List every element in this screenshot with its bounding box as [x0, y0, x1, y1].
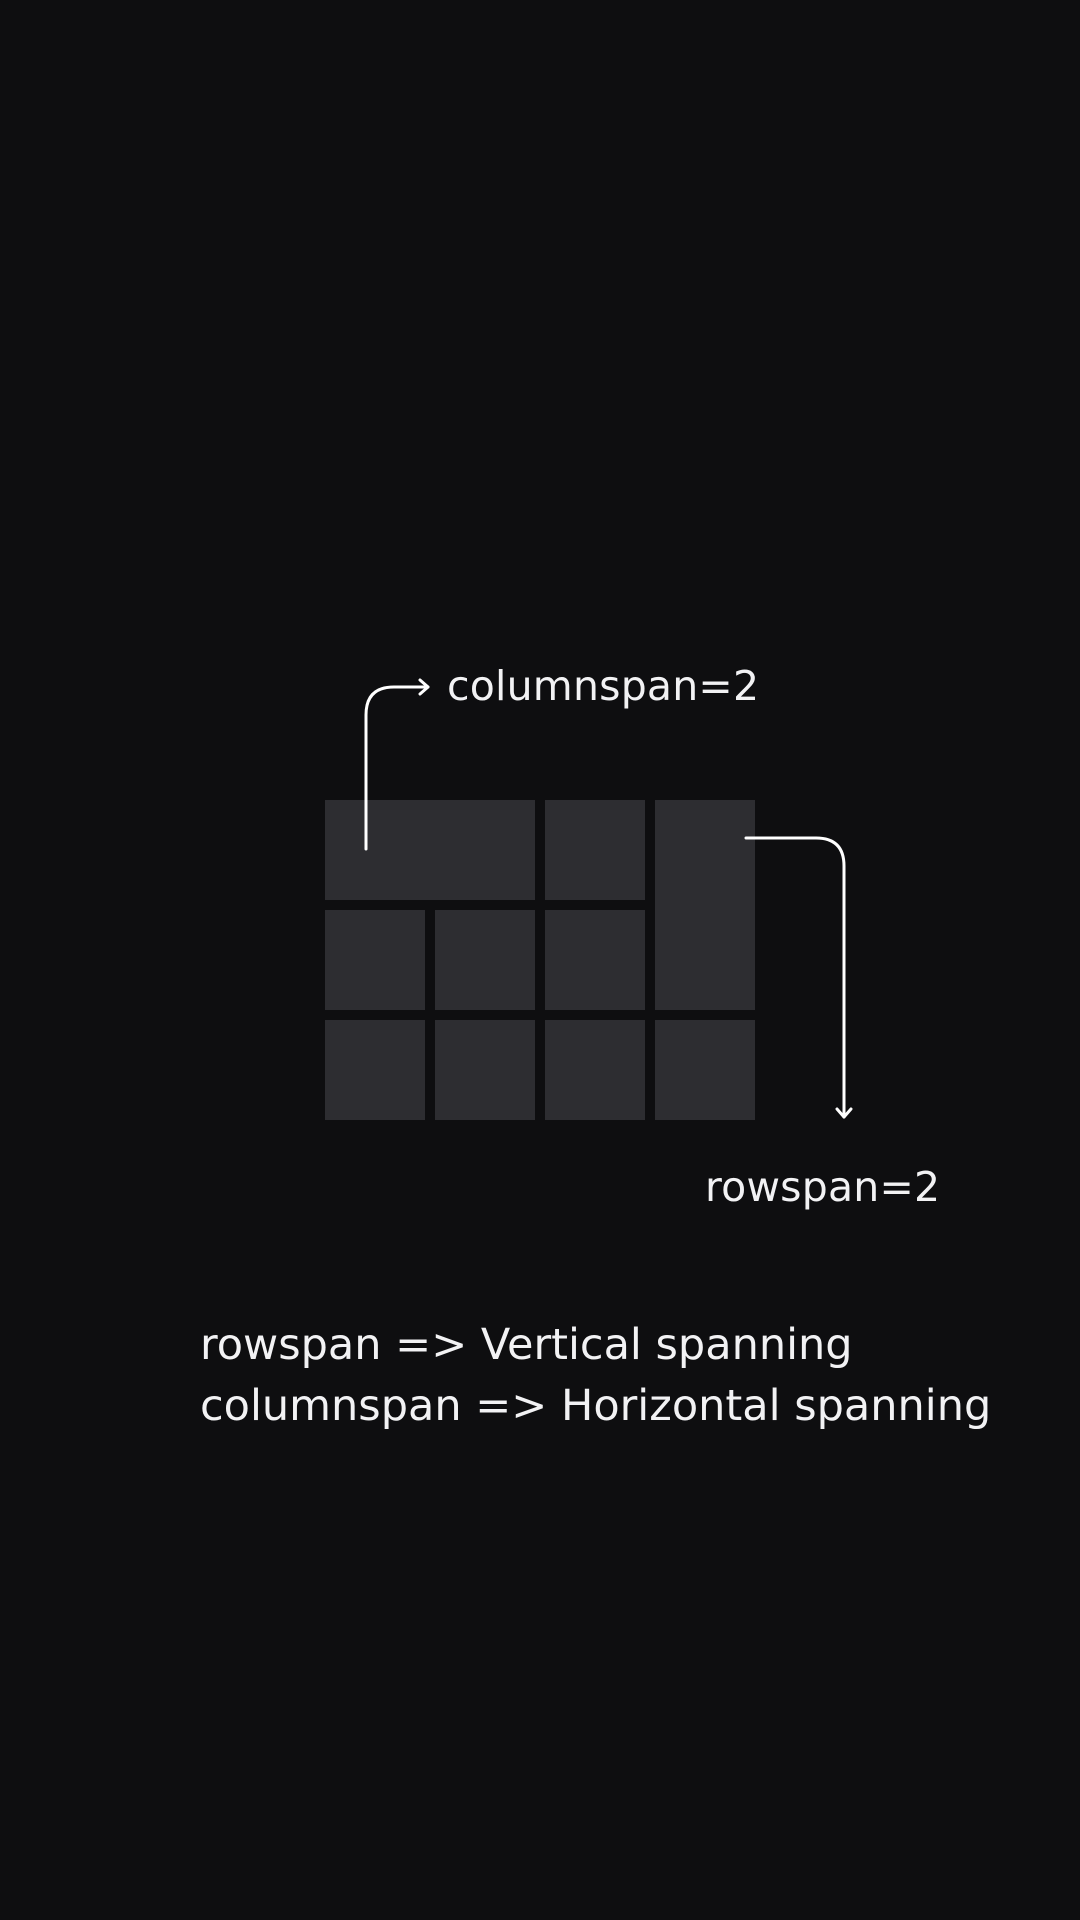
colspan-annotation: columnspan=2 — [447, 662, 760, 710]
legend: rowspan => Vertical spanning columnspan … — [200, 1315, 991, 1437]
legend-columnspan-line: columnspan => Horizontal spanning — [200, 1381, 992, 1431]
rowspan-annotation: rowspan=2 — [705, 1163, 941, 1211]
legend-rowspan-line: rowspan => Vertical spanning — [200, 1320, 853, 1370]
connector-arrows — [364, 678, 853, 1119]
rowspan-arrow — [744, 836, 853, 1119]
colspan-arrow — [364, 678, 430, 851]
